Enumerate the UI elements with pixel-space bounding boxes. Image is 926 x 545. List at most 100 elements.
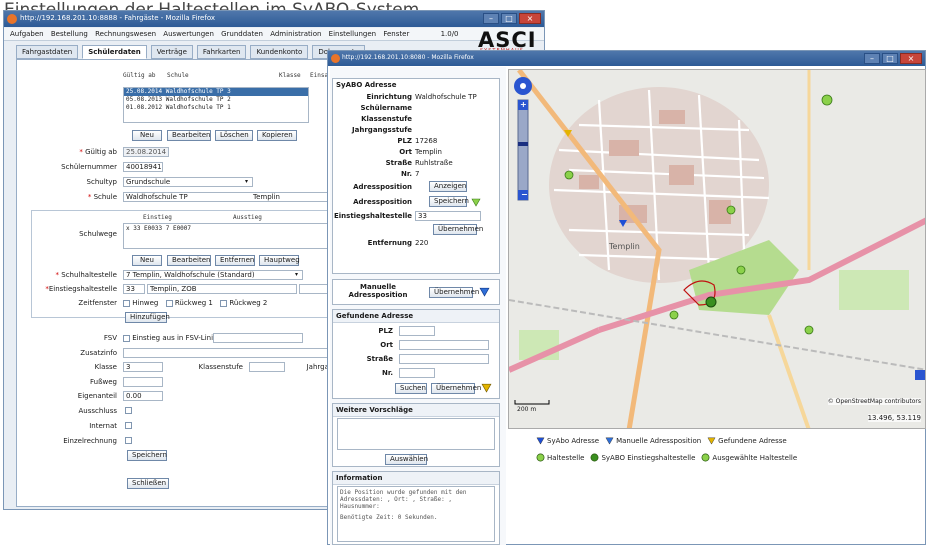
col-einstieg: Einstieg <box>143 214 172 221</box>
zoom-in-button[interactable]: + <box>520 100 527 109</box>
maximize-button[interactable]: □ <box>882 53 898 64</box>
adressposition-label-2: Adressposition <box>353 197 412 206</box>
save-button[interactable]: Speichern <box>127 450 167 461</box>
way-new-button[interactable]: Neu <box>132 255 162 266</box>
schulwege-label: Schulwege <box>79 230 117 238</box>
menu-aufgaben[interactable]: Aufgaben <box>10 30 44 38</box>
einstieg-name-field[interactable]: Templin, ZOB <box>147 284 297 294</box>
einstieg-row: Einstiegshaltestelle 33 <box>333 209 499 222</box>
chevron-down-icon[interactable]: ▾ <box>295 271 298 278</box>
einstieg-number-field[interactable]: 33 <box>123 284 145 294</box>
tab-vertraege[interactable]: Verträge <box>150 45 193 59</box>
close-button[interactable]: × <box>519 13 541 24</box>
found-nr-field[interactable] <box>399 368 435 378</box>
found-strasse-field[interactable] <box>399 354 489 364</box>
firefox-icon <box>331 54 340 63</box>
entfernung-label: Entfernung <box>367 239 412 247</box>
internat-checkbox[interactable] <box>125 422 132 429</box>
manual-address-icon <box>479 287 490 297</box>
internat-label: Internat <box>89 422 117 430</box>
street-map[interactable] <box>509 70 926 429</box>
chevron-down-icon[interactable]: ▾ <box>245 178 248 185</box>
menu-rechnungswesen[interactable]: Rechnungswesen <box>95 30 156 38</box>
schuelernummer-field[interactable]: 40018941 <box>123 162 163 172</box>
menu-grunddaten[interactable]: Grunddaten <box>221 30 263 38</box>
close-window-button[interactable]: Schließen <box>127 478 169 489</box>
tab-schuelerdaten[interactable]: Schülerdaten <box>82 45 147 59</box>
menu-administration[interactable]: Administration <box>270 30 321 38</box>
copy-button[interactable]: Kopieren <box>257 130 297 141</box>
legend-label: SyAbo Adresse <box>547 436 600 445</box>
found-apply-button[interactable]: Übernehmen <box>431 383 481 394</box>
syabo-field-label: Ort <box>399 147 412 156</box>
legend-label: Ausgewählte Haltestelle <box>712 453 798 462</box>
list-item[interactable]: 25.08.2014 Waldhofschule TP 3 <box>124 88 308 96</box>
tab-fahrgastdaten[interactable]: Fahrgastdaten <box>16 45 79 59</box>
information-box: Information Die Position wurde gefunden … <box>332 471 500 545</box>
window-title: http://192.168.201.10:8080 - Mozilla Fir… <box>328 51 925 66</box>
tab-fahrkarten[interactable]: Fahrkarten <box>196 45 247 59</box>
syabo-field-label: Nr. <box>401 169 412 178</box>
syabo-field-label: PLZ <box>397 136 412 145</box>
main-way-button[interactable]: Hauptweg <box>259 255 300 266</box>
menu-bestellung[interactable]: Bestellung <box>51 30 88 38</box>
add-button[interactable]: Hinzufügen <box>125 312 170 323</box>
minimize-button[interactable]: – <box>483 13 499 24</box>
manual-apply-button[interactable]: Übernehmen <box>429 287 479 298</box>
minimize-button[interactable]: – <box>864 53 880 64</box>
col-gueltig: Gültig ab <box>123 72 156 79</box>
einstieg-field[interactable]: 33 <box>415 210 481 221</box>
menu-einstellungen[interactable]: Einstellungen <box>329 30 376 38</box>
information-text-area[interactable]: Die Position wurde gefunden mit den Adre… <box>337 486 495 542</box>
map-view[interactable]: + − Templin 200 m © OpenStreetMap contri… <box>508 69 926 429</box>
show-button[interactable]: Anzeigen <box>429 181 467 192</box>
found-plz-field[interactable] <box>399 326 435 336</box>
klasse-field[interactable]: 3 <box>123 362 163 372</box>
gueltig-label: * Gültig ab <box>79 148 117 156</box>
way-edit-button[interactable]: Bearbeiten <box>167 255 211 266</box>
rueckweg2-checkbox[interactable] <box>220 299 228 307</box>
edit-button[interactable]: Bearbeiten <box>167 130 211 141</box>
entfernung-value: 220 <box>415 239 429 247</box>
tab-bar: Fahrgastdaten Schülerdaten Verträge Fahr… <box>16 45 365 59</box>
select-button[interactable]: Auswählen <box>385 454 428 465</box>
eigenanteil-field[interactable]: 0.00 <box>123 391 163 401</box>
hinweg-checkbox[interactable] <box>123 299 130 307</box>
close-button[interactable]: × <box>900 53 922 64</box>
syabo-field-label: Klassenstufe <box>361 114 412 123</box>
ausschluss-checkbox[interactable] <box>125 407 132 414</box>
fsv-field[interactable] <box>213 333 303 343</box>
rueckweg1-checkbox[interactable] <box>165 299 173 307</box>
zoom-out-button[interactable]: − <box>521 190 528 199</box>
einzelrechnung-checkbox[interactable] <box>125 437 132 444</box>
information-text: Die Position wurde gefunden mit den Adre… <box>340 489 467 510</box>
stop-apply-button[interactable]: Übernehmen <box>433 223 483 235</box>
schulhaltestelle-select[interactable]: 7 Templin, Waldhofschule (Standard) <box>123 270 303 280</box>
fussweg-field[interactable] <box>123 377 163 387</box>
menu-fenster[interactable]: Fenster <box>383 30 409 38</box>
found-ort-field[interactable] <box>399 340 489 350</box>
way-remove-button[interactable]: Entfernen <box>215 255 255 266</box>
syabo-field-label: Einrichtung <box>366 92 412 101</box>
list-item[interactable]: 01.08.2012 Waldhofschule TP 1 <box>124 104 308 112</box>
fussweg-label: Fußweg <box>90 378 117 386</box>
fsv-option: Einstieg aus in FSV-Linien <box>123 334 222 342</box>
delete-button[interactable]: Löschen <box>215 130 253 141</box>
school-list[interactable]: 25.08.2014 Waldhofschule TP 3 05.08.2013… <box>123 87 309 123</box>
fsv-checkbox[interactable] <box>123 334 130 342</box>
position-save-button[interactable]: Speichern <box>429 196 469 207</box>
legend-label: Gefundene Adresse <box>718 436 787 445</box>
gueltig-field[interactable]: 25.08.2014 <box>123 147 169 157</box>
new-button[interactable]: Neu <box>132 130 162 141</box>
syabo-field-value: 7 <box>415 169 420 178</box>
schultyp-select[interactable]: Grundschule <box>123 177 253 187</box>
menu-auswertungen[interactable]: Auswertungen <box>163 30 214 38</box>
list-item[interactable]: 05.08.2013 Waldhofschule TP 2 <box>124 96 308 104</box>
klassenstufe-field[interactable] <box>249 362 285 372</box>
tab-kundenkonto[interactable]: Kundenkonto <box>250 45 309 59</box>
search-button[interactable]: Suchen <box>395 383 427 394</box>
suggestions-list[interactable] <box>337 418 495 450</box>
maximize-button[interactable]: □ <box>501 13 517 24</box>
menu-bar: Aufgaben Bestellung Rechnungswesen Auswe… <box>4 28 544 41</box>
suggestions-box: Weitere Vorschläge Auswählen <box>332 403 500 467</box>
